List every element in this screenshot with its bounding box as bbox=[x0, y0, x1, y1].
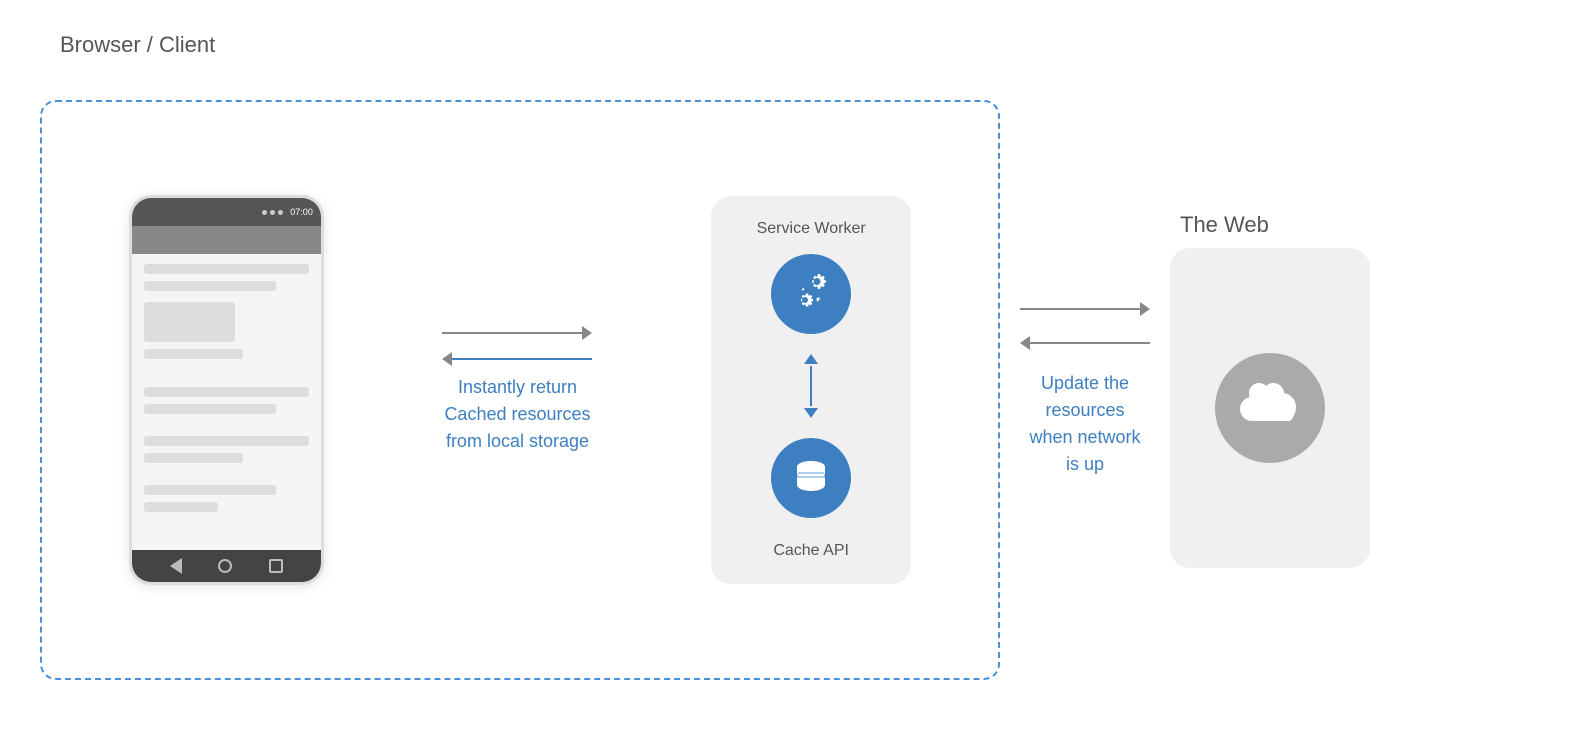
phone-line bbox=[144, 485, 276, 495]
right-arrow bbox=[442, 326, 592, 340]
arrow-up-icon bbox=[804, 354, 818, 364]
phone-mockup: 07:00 bbox=[129, 195, 324, 585]
cloud-icon bbox=[1215, 353, 1325, 463]
database-icon bbox=[788, 455, 834, 501]
phone-line bbox=[144, 349, 243, 359]
phone-status-bar: 07:00 bbox=[132, 198, 321, 226]
arrow-down-icon bbox=[804, 408, 818, 418]
phone-line bbox=[144, 436, 309, 446]
sw-web-right-arrow bbox=[1020, 302, 1150, 316]
phone-line bbox=[144, 404, 276, 414]
cloud-svg bbox=[1236, 383, 1304, 433]
the-web-section: The Web bbox=[1170, 212, 1370, 568]
the-web-label: The Web bbox=[1180, 212, 1269, 238]
sw-web-left-arrow bbox=[1020, 336, 1150, 350]
left-arrow bbox=[442, 352, 592, 366]
main-layout: Browser / Client 07:00 bbox=[0, 0, 1584, 730]
phone-block bbox=[144, 302, 235, 342]
gear-icon bbox=[785, 268, 837, 320]
phone-toolbar bbox=[132, 226, 321, 254]
browser-client-label: Browser / Client bbox=[60, 32, 215, 58]
update-resources-label: Update the resources when network is up bbox=[1029, 370, 1140, 478]
phone-sw-arrows: Instantly return Cached resources from l… bbox=[417, 326, 617, 455]
cached-resources-label: Instantly return Cached resources from l… bbox=[444, 374, 590, 455]
arrow-left-icon bbox=[442, 352, 452, 366]
service-worker-box: Service Worker bbox=[711, 196, 911, 584]
cache-api-icon bbox=[771, 438, 851, 518]
web-box bbox=[1170, 248, 1370, 568]
service-worker-icon bbox=[771, 254, 851, 334]
cache-api-label: Cache API bbox=[773, 542, 849, 560]
service-worker-label: Service Worker bbox=[757, 220, 866, 238]
phone-line bbox=[144, 387, 309, 397]
arrow-left-icon bbox=[1020, 336, 1030, 350]
phone-nav-bar bbox=[132, 550, 321, 582]
recent-button-icon bbox=[269, 559, 283, 573]
vertical-double-arrow bbox=[804, 354, 818, 418]
phone-content bbox=[132, 254, 321, 550]
phone-line bbox=[144, 264, 309, 274]
home-button-icon bbox=[218, 559, 232, 573]
back-button-icon bbox=[170, 558, 182, 574]
phone-line bbox=[144, 281, 276, 291]
browser-client-box: 07:00 bbox=[40, 100, 1000, 680]
phone-line bbox=[144, 453, 243, 463]
phone-line bbox=[144, 502, 218, 512]
arrow-right-icon bbox=[1140, 302, 1150, 316]
arrow-right-icon bbox=[582, 326, 592, 340]
